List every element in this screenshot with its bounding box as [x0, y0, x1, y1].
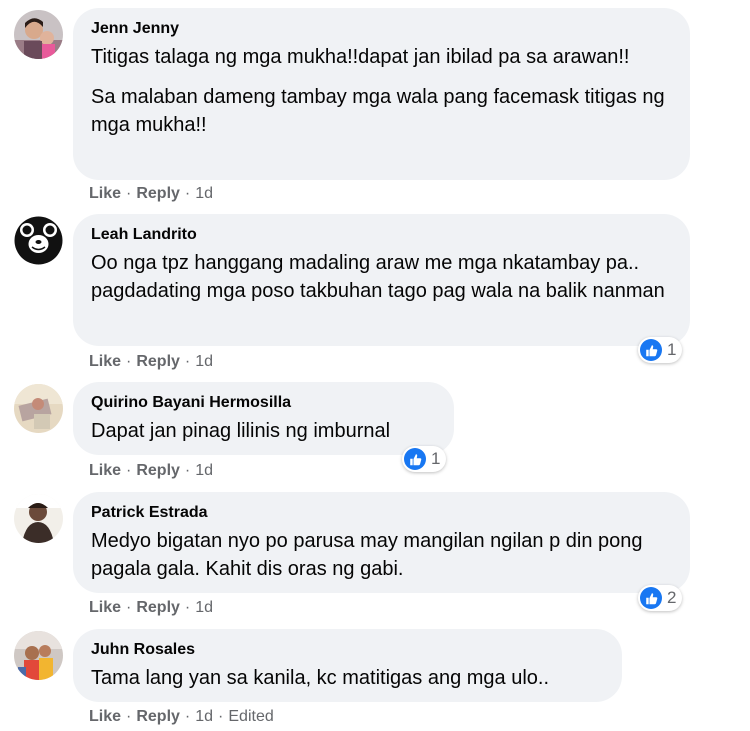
reaction-count: 1 — [431, 449, 441, 468]
comment-author[interactable]: Leah Landrito — [91, 225, 672, 245]
separator-dot: · — [218, 708, 224, 725]
comment-text: Oo nga tpz hanggang madaling araw me mga… — [91, 252, 665, 302]
comment-bubble: Leah Landrito Oo nga tpz hanggang madali… — [73, 214, 690, 346]
comment-timestamp[interactable]: 1d — [195, 353, 213, 370]
separator-dot: · — [184, 599, 191, 616]
separator-dot: · — [184, 708, 191, 725]
reply-link[interactable]: Reply — [136, 353, 180, 370]
reaction-badge[interactable]: 2 — [638, 585, 683, 611]
reaction-badge[interactable]: 1 — [638, 337, 683, 363]
like-link[interactable]: Like — [89, 462, 121, 479]
comment-bubble: Quirino Bayani Hermosilla Dapat jan pina… — [73, 382, 454, 455]
separator-dot: · — [126, 708, 132, 725]
comment-text: Titigas talaga ng mga mukha!!dapat jan i… — [91, 46, 630, 68]
comment-actions: Like · Reply · 1d — [89, 184, 213, 204]
separator-dot: · — [184, 462, 191, 479]
comment-text: Dapat jan pinag lilinis ng imburnal — [91, 420, 391, 442]
comment-text: Sa malaban dameng tambay mga wala pang f… — [91, 86, 665, 136]
comment-actions: Like · Reply · 1d — [89, 352, 213, 372]
like-link[interactable]: Like — [89, 599, 121, 616]
comment-actions: Like · Reply · 1d · Edited — [89, 707, 274, 727]
separator-dot: · — [126, 185, 132, 202]
separator-dot: · — [184, 353, 191, 370]
reaction-badge[interactable]: 1 — [402, 446, 447, 472]
separator-dot: · — [126, 353, 132, 370]
separator-dot: · — [126, 599, 132, 616]
comment-text: Medyo bigatan nyo po parusa may mangilan… — [91, 530, 643, 580]
reaction-count: 1 — [667, 340, 677, 359]
like-thumb-icon — [404, 448, 426, 470]
reply-link[interactable]: Reply — [136, 599, 180, 616]
comment-author[interactable]: Quirino Bayani Hermosilla — [91, 393, 436, 413]
avatar[interactable] — [14, 631, 63, 680]
comments-section: Jenn Jenny Titigas talaga ng mga mukha!!… — [0, 0, 750, 731]
like-link[interactable]: Like — [89, 185, 121, 202]
reply-link[interactable]: Reply — [136, 462, 180, 479]
like-thumb-icon — [640, 587, 662, 609]
avatar[interactable] — [14, 494, 63, 543]
comment-timestamp[interactable]: 1d — [195, 599, 213, 616]
avatar[interactable] — [14, 216, 63, 265]
like-thumb-icon — [640, 339, 662, 361]
avatar[interactable] — [14, 384, 63, 433]
separator-dot: · — [126, 462, 132, 479]
reply-link[interactable]: Reply — [136, 185, 180, 202]
comment-author[interactable]: Jenn Jenny — [91, 19, 672, 39]
comment-actions: Like · Reply · 1d — [89, 461, 213, 481]
reply-link[interactable]: Reply — [136, 708, 180, 725]
comment-actions: Like · Reply · 1d — [89, 598, 213, 618]
comment-author[interactable]: Patrick Estrada — [91, 503, 672, 523]
comment-bubble: Juhn Rosales Tama lang yan sa kanila, kc… — [73, 629, 622, 702]
separator-dot: · — [184, 185, 191, 202]
comment-author[interactable]: Juhn Rosales — [91, 640, 604, 660]
comment-bubble: Jenn Jenny Titigas talaga ng mga mukha!!… — [73, 8, 690, 180]
comment-bubble: Patrick Estrada Medyo bigatan nyo po par… — [73, 492, 690, 593]
like-link[interactable]: Like — [89, 353, 121, 370]
edited-label[interactable]: Edited — [228, 708, 273, 725]
comment-timestamp[interactable]: 1d — [195, 708, 213, 725]
reaction-count: 2 — [667, 588, 677, 607]
comment-timestamp[interactable]: 1d — [195, 462, 213, 479]
avatar[interactable] — [14, 10, 63, 59]
like-link[interactable]: Like — [89, 708, 121, 725]
comment-timestamp[interactable]: 1d — [195, 185, 213, 202]
comment-text: Tama lang yan sa kanila, kc matitigas an… — [91, 667, 550, 689]
